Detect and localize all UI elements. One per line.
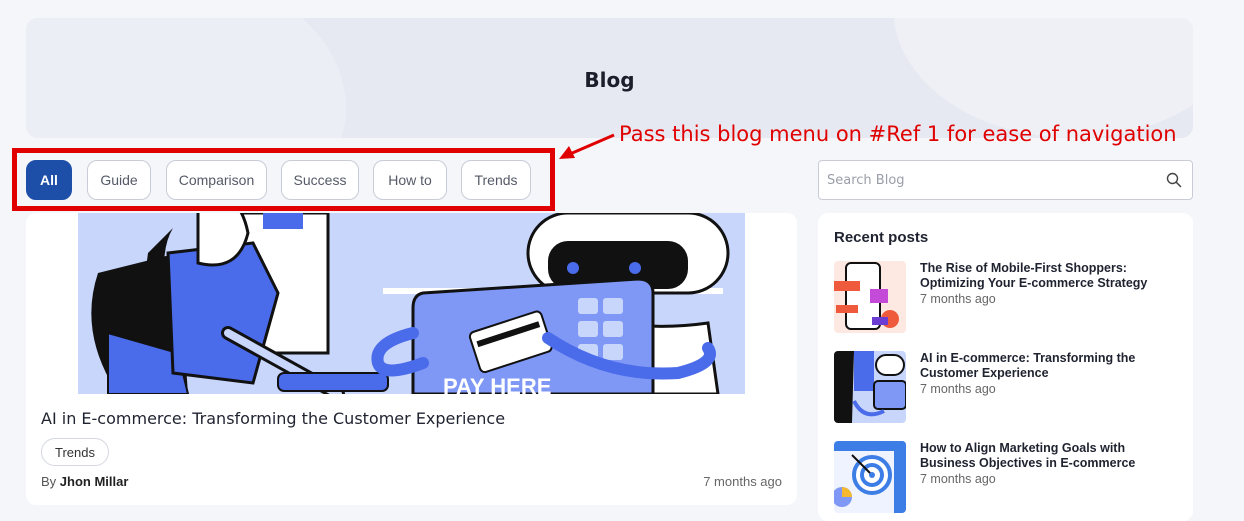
recent-post-date: 7 months ago (920, 292, 996, 306)
recent-posts-panel: Recent posts The Rise of Mobile-First Sh… (818, 213, 1193, 521)
annotation-note: Pass this blog menu on #Ref 1 for ease o… (619, 122, 1177, 146)
recent-post-date: 7 months ago (920, 472, 996, 486)
post-tag[interactable]: Trends (41, 438, 109, 466)
post-date: 7 months ago (703, 474, 782, 489)
recent-post-date: 7 months ago (920, 382, 996, 396)
tab-guide[interactable]: Guide (87, 160, 151, 200)
annotation-arrow-icon (559, 133, 615, 159)
recent-posts-heading: Recent posts (834, 229, 929, 246)
recent-post-thumbnail[interactable] (834, 351, 906, 423)
tab-success[interactable]: Success (281, 160, 359, 200)
tab-comparison[interactable]: Comparison (166, 160, 267, 200)
blog-hero-banner: Blog (26, 18, 1193, 138)
tab-how-to[interactable]: How to (373, 160, 447, 200)
recent-post-title[interactable]: AI in E-commerce: Transforming the Custo… (920, 351, 1170, 381)
recent-post-item[interactable]: AI in E-commerce: Transforming the Custo… (834, 351, 1179, 425)
recent-post-thumbnail[interactable] (834, 441, 906, 513)
post-author: By Jhon Millar (41, 474, 128, 489)
featured-post-image[interactable]: PAY HERE (78, 213, 745, 394)
search-icon[interactable] (1166, 172, 1182, 188)
image-caption: PAY HERE (443, 374, 551, 394)
tab-trends[interactable]: Trends (461, 160, 531, 200)
recent-post-item[interactable]: The Rise of Mobile-First Shoppers: Optim… (834, 261, 1179, 335)
featured-post-card[interactable]: PAY HERE AI in E-commerce: Transforming … (26, 213, 797, 505)
blog-search (818, 160, 1193, 200)
author-prefix: By (41, 474, 57, 489)
page-title: Blog (584, 68, 635, 92)
author-name[interactable]: Jhon Millar (60, 474, 129, 489)
recent-post-title[interactable]: How to Align Marketing Goals with Busine… (920, 441, 1170, 471)
recent-post-thumbnail[interactable] (834, 261, 906, 333)
search-input[interactable] (827, 172, 1166, 188)
tab-all[interactable]: All (26, 160, 72, 200)
recent-post-title[interactable]: The Rise of Mobile-First Shoppers: Optim… (920, 261, 1170, 291)
recent-post-item[interactable]: How to Align Marketing Goals with Busine… (834, 441, 1179, 515)
featured-post-title[interactable]: AI in E-commerce: Transforming the Custo… (41, 409, 505, 428)
